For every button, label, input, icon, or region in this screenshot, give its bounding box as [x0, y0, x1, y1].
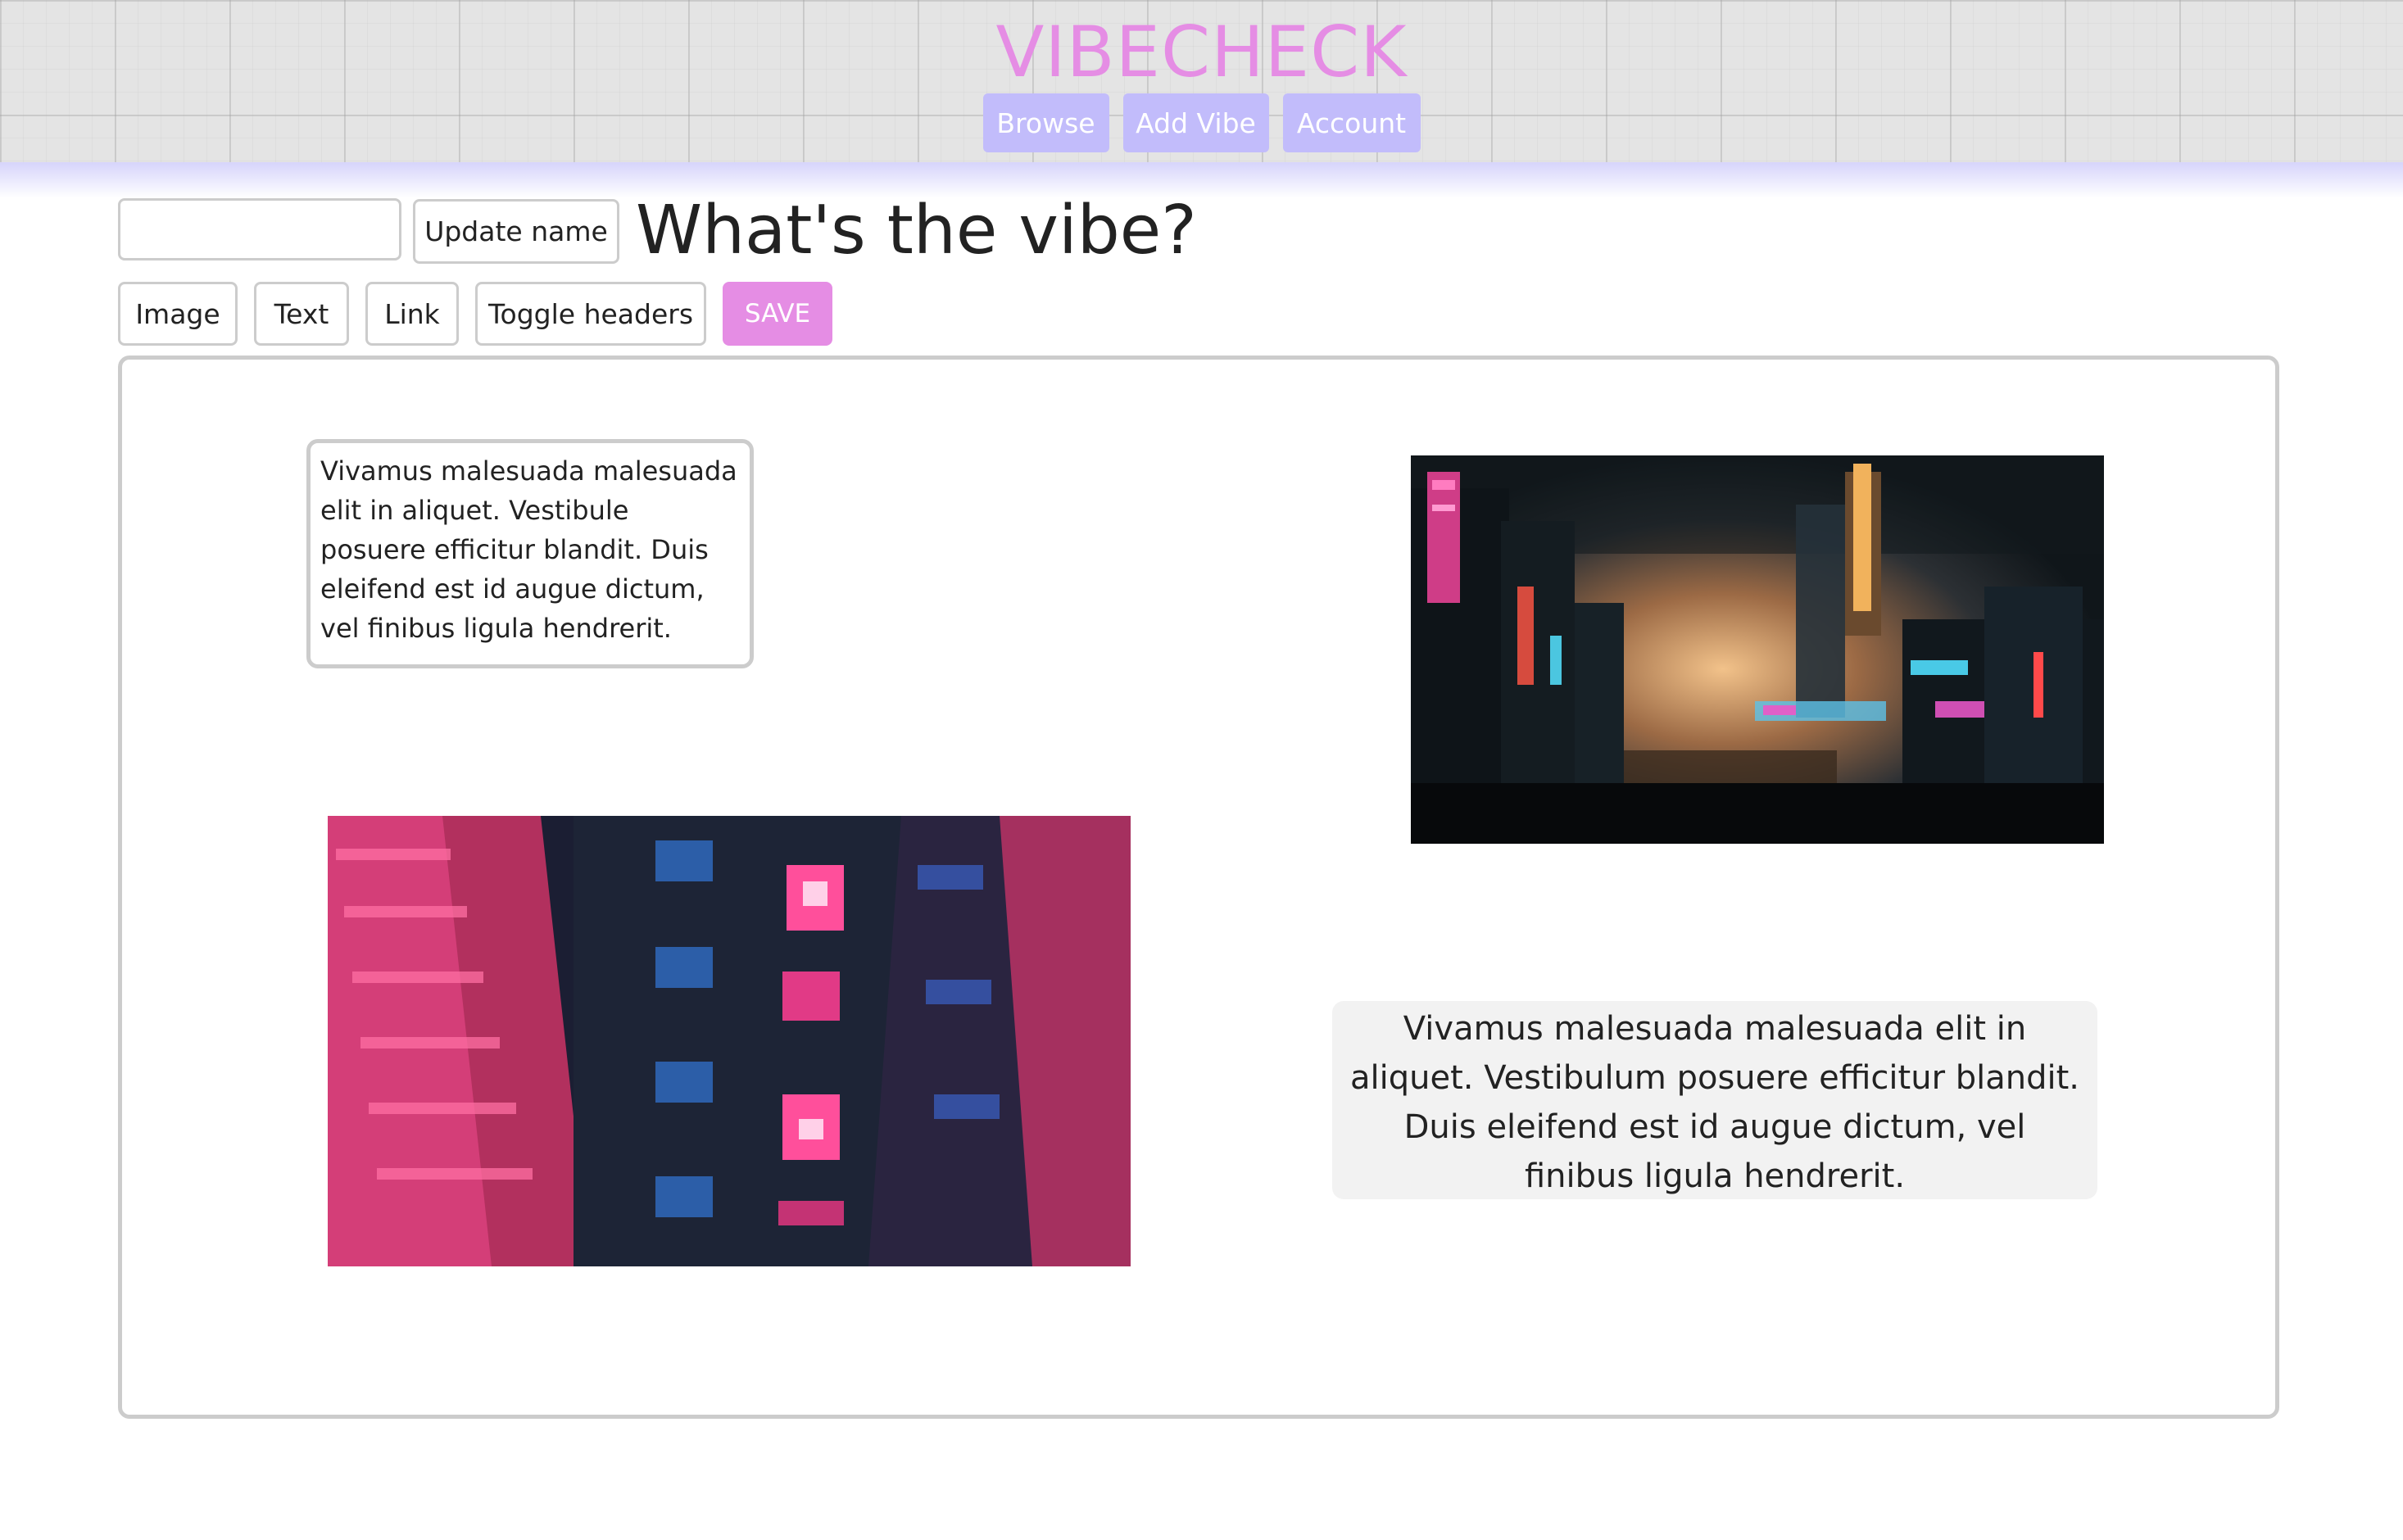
main-nav: Browse Add Vibe Account	[0, 93, 2403, 152]
text-block-filled[interactable]: Vivamus malesuada malesuada elit in aliq…	[1332, 1001, 2097, 1199]
text-block-bordered[interactable]: Vivamus malesuada malesuada elit in aliq…	[306, 439, 754, 668]
toggle-headers-button[interactable]: Toggle headers	[475, 282, 706, 346]
header-glow	[0, 162, 2403, 198]
nav-add-vibe-button[interactable]: Add Vibe	[1122, 93, 1269, 152]
cyberpunk-city-image[interactable]	[1411, 455, 2104, 844]
nav-browse-button[interactable]: Browse	[982, 93, 1109, 152]
brand-logo[interactable]: VIBECHECK	[0, 11, 2403, 93]
vibe-name-input[interactable]	[118, 198, 401, 260]
add-text-button[interactable]: Text	[254, 282, 349, 346]
add-link-button[interactable]: Link	[365, 282, 459, 346]
update-name-button[interactable]: Update name	[413, 199, 619, 264]
add-image-button[interactable]: Image	[118, 282, 238, 346]
nav-account-button[interactable]: Account	[1282, 93, 1421, 152]
page-title: What's the vibe?	[636, 192, 1197, 270]
neon-alley-image[interactable]	[328, 816, 1131, 1266]
save-button[interactable]: SAVE	[723, 282, 832, 346]
